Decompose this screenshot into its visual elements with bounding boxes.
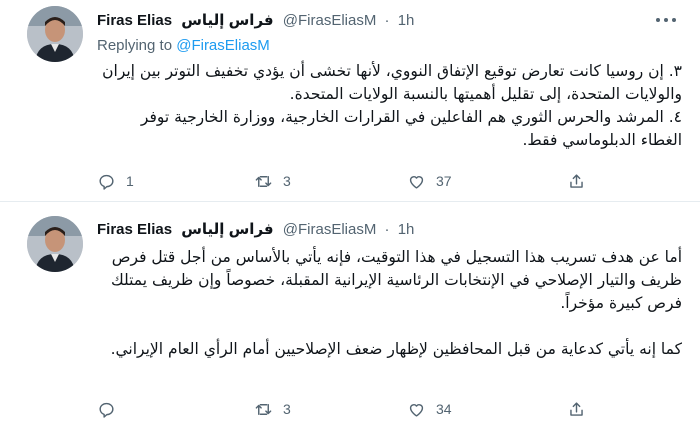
author-name-arabic[interactable]: فراس إلياس: [181, 10, 273, 32]
avatar-photo: [27, 6, 83, 62]
heart-icon: [409, 403, 424, 417]
avatar[interactable]: [27, 216, 83, 272]
tweet[interactable]: Firas Elias فراس إلياس @FirasEliasM · 1h…: [0, 0, 700, 202]
tweet-actions: 3 34: [97, 398, 597, 420]
tweet-text: ٣. إن روسيا كانت تعارض توقيع الإتفاق الن…: [102, 62, 682, 149]
reply-count: 1: [126, 173, 134, 189]
author-name[interactable]: Firas Elias: [97, 10, 172, 32]
separator-dot: ·: [384, 12, 390, 29]
share-icon: [570, 401, 583, 416]
tweet-text: أما عن هدف تسريب هذا التسجيل في هذا التو…: [110, 248, 682, 358]
share-button[interactable]: [567, 170, 586, 192]
tweet-actions: 1 3 37: [97, 170, 597, 192]
like-count: 37: [436, 173, 452, 189]
like-count: 34: [436, 401, 452, 417]
retweet-button[interactable]: 3: [254, 170, 291, 192]
like-button[interactable]: 37: [407, 170, 452, 192]
replying-label: Replying to: [97, 37, 173, 54]
retweet-button[interactable]: 3: [254, 398, 291, 420]
timestamp[interactable]: 1h: [398, 10, 415, 32]
reply-button[interactable]: 1: [97, 170, 134, 192]
tweet[interactable]: Firas Elias فراس إلياس @FirasEliasM · 1h…: [0, 202, 700, 428]
author-handle[interactable]: @FirasEliasM: [283, 10, 377, 32]
more-icon[interactable]: [656, 10, 680, 30]
author-handle[interactable]: @FirasEliasM: [283, 219, 377, 241]
separator-dot: ·: [384, 221, 390, 238]
timestamp[interactable]: 1h: [398, 219, 415, 241]
author-name[interactable]: Firas Elias: [97, 219, 172, 241]
avatar[interactable]: [27, 6, 83, 62]
share-icon: [570, 173, 583, 188]
replying-mention[interactable]: @FirasEliasM: [176, 37, 270, 54]
share-button[interactable]: [567, 398, 586, 420]
like-button[interactable]: 34: [407, 398, 452, 420]
author-name-arabic[interactable]: فراس إلياس: [181, 219, 273, 241]
reply-icon: [99, 174, 114, 190]
reply-button[interactable]: [97, 398, 126, 420]
retweet-icon: [255, 403, 272, 415]
reply-icon: [99, 402, 114, 418]
retweet-count: 3: [283, 401, 291, 417]
tweet-header: Firas Elias فراس إلياس @FirasEliasM · 1h: [97, 219, 414, 241]
retweet-count: 3: [283, 173, 291, 189]
replying-to: Replying to @FirasEliasM: [97, 37, 270, 54]
retweet-icon: [255, 175, 272, 187]
heart-icon: [409, 175, 424, 189]
tweet-header: Firas Elias فراس إلياس @FirasEliasM · 1h: [97, 10, 414, 32]
avatar-photo: [27, 216, 83, 272]
